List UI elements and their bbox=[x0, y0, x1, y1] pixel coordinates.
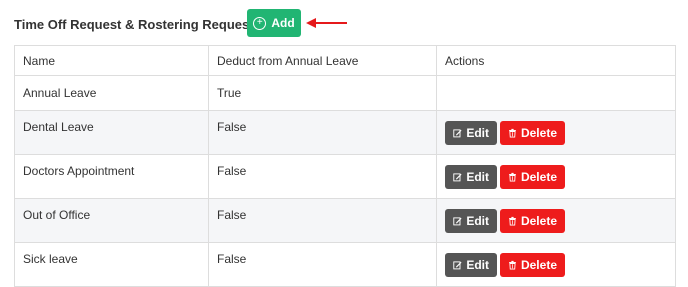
row-name: Annual Leave bbox=[14, 75, 209, 111]
row-deduct: True bbox=[208, 75, 437, 111]
edit-label: Edit bbox=[466, 213, 489, 228]
delete-label: Delete bbox=[520, 125, 557, 140]
table-row: Annual Leave True bbox=[14, 75, 676, 111]
row-actions: Edit Delete bbox=[436, 198, 676, 243]
edit-label: Edit bbox=[466, 257, 489, 272]
row-deduct: False bbox=[208, 154, 437, 199]
add-button[interactable]: + Add bbox=[247, 9, 301, 37]
edit-icon bbox=[453, 128, 462, 137]
edit-icon bbox=[453, 172, 462, 181]
delete-button[interactable]: Delete bbox=[500, 164, 565, 189]
add-button-label: Add bbox=[271, 16, 295, 30]
row-name: Sick leave bbox=[14, 242, 209, 287]
row-actions: Edit Delete bbox=[436, 242, 676, 287]
edit-label: Edit bbox=[466, 169, 489, 184]
row-actions: Edit Delete bbox=[436, 154, 676, 199]
trash-icon bbox=[509, 128, 516, 138]
trash-icon bbox=[509, 216, 516, 226]
edit-button[interactable]: Edit bbox=[445, 164, 497, 189]
delete-label: Delete bbox=[520, 213, 557, 228]
row-deduct: False bbox=[208, 242, 437, 287]
trash-icon bbox=[509, 260, 516, 270]
red-arrow-left-icon bbox=[306, 18, 347, 28]
row-actions: Edit Delete bbox=[436, 110, 676, 155]
delete-label: Delete bbox=[520, 257, 557, 272]
delete-label: Delete bbox=[520, 169, 557, 184]
trash-icon bbox=[509, 172, 516, 182]
row-name: Out of Office bbox=[14, 198, 209, 243]
row-name: Dental Leave bbox=[14, 110, 209, 155]
row-deduct: False bbox=[208, 198, 437, 243]
table-row: Dental Leave False Edit Delete bbox=[14, 110, 676, 155]
edit-button[interactable]: Edit bbox=[445, 120, 497, 145]
plus-circle-icon: + bbox=[253, 16, 267, 30]
column-header-name: Name bbox=[14, 45, 209, 76]
table-row: Doctors Appointment False Edit Delete bbox=[14, 154, 676, 199]
column-header-actions: Actions bbox=[436, 45, 676, 76]
row-name: Doctors Appointment bbox=[14, 154, 209, 199]
table-header-row: Name Deduct from Annual Leave Actions bbox=[14, 45, 676, 76]
edit-icon bbox=[453, 260, 462, 269]
delete-button[interactable]: Delete bbox=[500, 120, 565, 145]
delete-button[interactable]: Delete bbox=[500, 252, 565, 277]
request-types-table: Name Deduct from Annual Leave Actions An… bbox=[14, 45, 676, 287]
table-row: Sick leave False Edit Delete bbox=[14, 242, 676, 287]
column-header-deduct: Deduct from Annual Leave bbox=[208, 45, 437, 76]
edit-icon bbox=[453, 216, 462, 225]
row-deduct: False bbox=[208, 110, 437, 155]
delete-button[interactable]: Delete bbox=[500, 208, 565, 233]
edit-button[interactable]: Edit bbox=[445, 208, 497, 233]
table-row: Out of Office False Edit Delete bbox=[14, 198, 676, 243]
row-actions-empty bbox=[436, 75, 676, 111]
edit-button[interactable]: Edit bbox=[445, 252, 497, 277]
edit-label: Edit bbox=[466, 125, 489, 140]
